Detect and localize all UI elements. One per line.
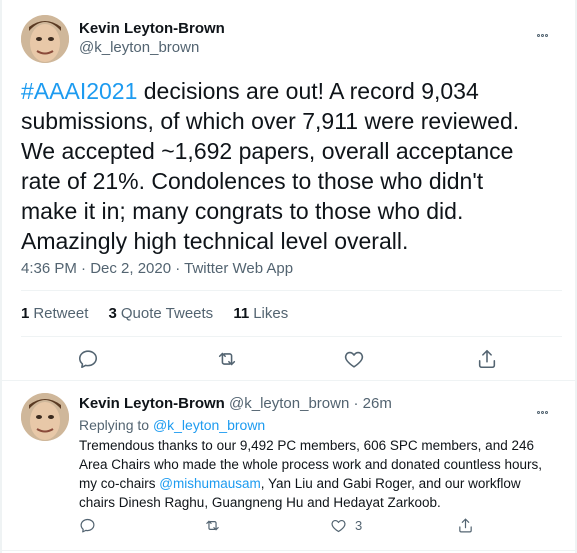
- reply-retweet-button[interactable]: [204, 515, 221, 535]
- more-icon[interactable]: [537, 24, 557, 37]
- retweet-button[interactable]: [216, 348, 240, 372]
- reply-actions: 3: [0, 515, 577, 535]
- reply-display-name[interactable]: Kevin Leyton-Brown: [79, 395, 225, 412]
- display-name[interactable]: Kevin Leyton-Brown: [79, 20, 225, 37]
- retweet-icon: [206, 520, 219, 530]
- quote-count: 3: [108, 305, 117, 322]
- handle[interactable]: @k_leyton_brown: [79, 39, 199, 56]
- likes-count: 11: [233, 305, 250, 322]
- divider: [21, 290, 562, 291]
- tweet-actions: [0, 348, 577, 372]
- reply-like-count: 3: [355, 517, 363, 533]
- tweet-separator: [0, 380, 577, 381]
- share-icon: [478, 349, 496, 369]
- like-icon: [331, 519, 346, 532]
- retweet-icon: [218, 352, 236, 366]
- retweet-label: Retweet: [33, 305, 89, 322]
- reply-reply-button[interactable]: [79, 515, 96, 535]
- tweet-text: #AAAI2021 decisions are out! A record 9,…: [21, 76, 541, 256]
- likes-label: Likes: [253, 305, 289, 322]
- retweet-count: 1: [21, 305, 30, 322]
- like-button[interactable]: [343, 348, 367, 372]
- quote-label: Quote Tweets: [120, 305, 214, 322]
- share-icon: [459, 518, 472, 532]
- more-icon[interactable]: [537, 401, 557, 414]
- reply-header: Kevin Leyton-Brown @k_leyton_brown · 26m: [79, 395, 392, 412]
- reply-handle[interactable]: @k_leyton_brown: [229, 395, 349, 412]
- share-button[interactable]: [476, 348, 500, 372]
- reply-icon: [80, 518, 95, 532]
- tweet-stats: 1 Retweet 3 Quote Tweets 11 Likes: [21, 305, 304, 322]
- replying-prefix: Replying to: [79, 417, 153, 433]
- reply-avatar[interactable]: [21, 393, 69, 441]
- tweet-timestamp[interactable]: 4:36 PM · Dec 2, 2020 · Twitter Web App: [21, 260, 293, 277]
- reply-text: Tremendous thanks to our 9,492 PC member…: [79, 436, 559, 512]
- like-icon: [344, 351, 364, 368]
- reply-like-button[interactable]: 3: [330, 515, 362, 535]
- divider: [21, 336, 562, 337]
- quote-stat[interactable]: 3 Quote Tweets: [109, 305, 214, 322]
- retweet-stat[interactable]: 1 Retweet: [21, 305, 88, 322]
- reply-share-button[interactable]: [457, 515, 474, 535]
- tweet-body: decisions are out! A record 9,034 submis…: [21, 78, 520, 254]
- replying-to: Replying to @k_leyton_brown: [79, 417, 265, 433]
- likes-stat[interactable]: 11 Likes: [233, 305, 288, 322]
- hashtag-link[interactable]: #AAAI2021: [21, 78, 137, 104]
- replying-to-link[interactable]: @k_leyton_brown: [153, 417, 265, 433]
- mention-link[interactable]: @mishumausam: [159, 476, 260, 491]
- main-tweet: Kevin Leyton-Brown @k_leyton_brown #AAAI…: [0, 0, 577, 381]
- reply-button[interactable]: [77, 348, 101, 372]
- bottom-border: [0, 550, 577, 551]
- reply-time[interactable]: · 26m: [353, 395, 391, 412]
- avatar[interactable]: [21, 15, 69, 63]
- reply-icon: [78, 350, 98, 369]
